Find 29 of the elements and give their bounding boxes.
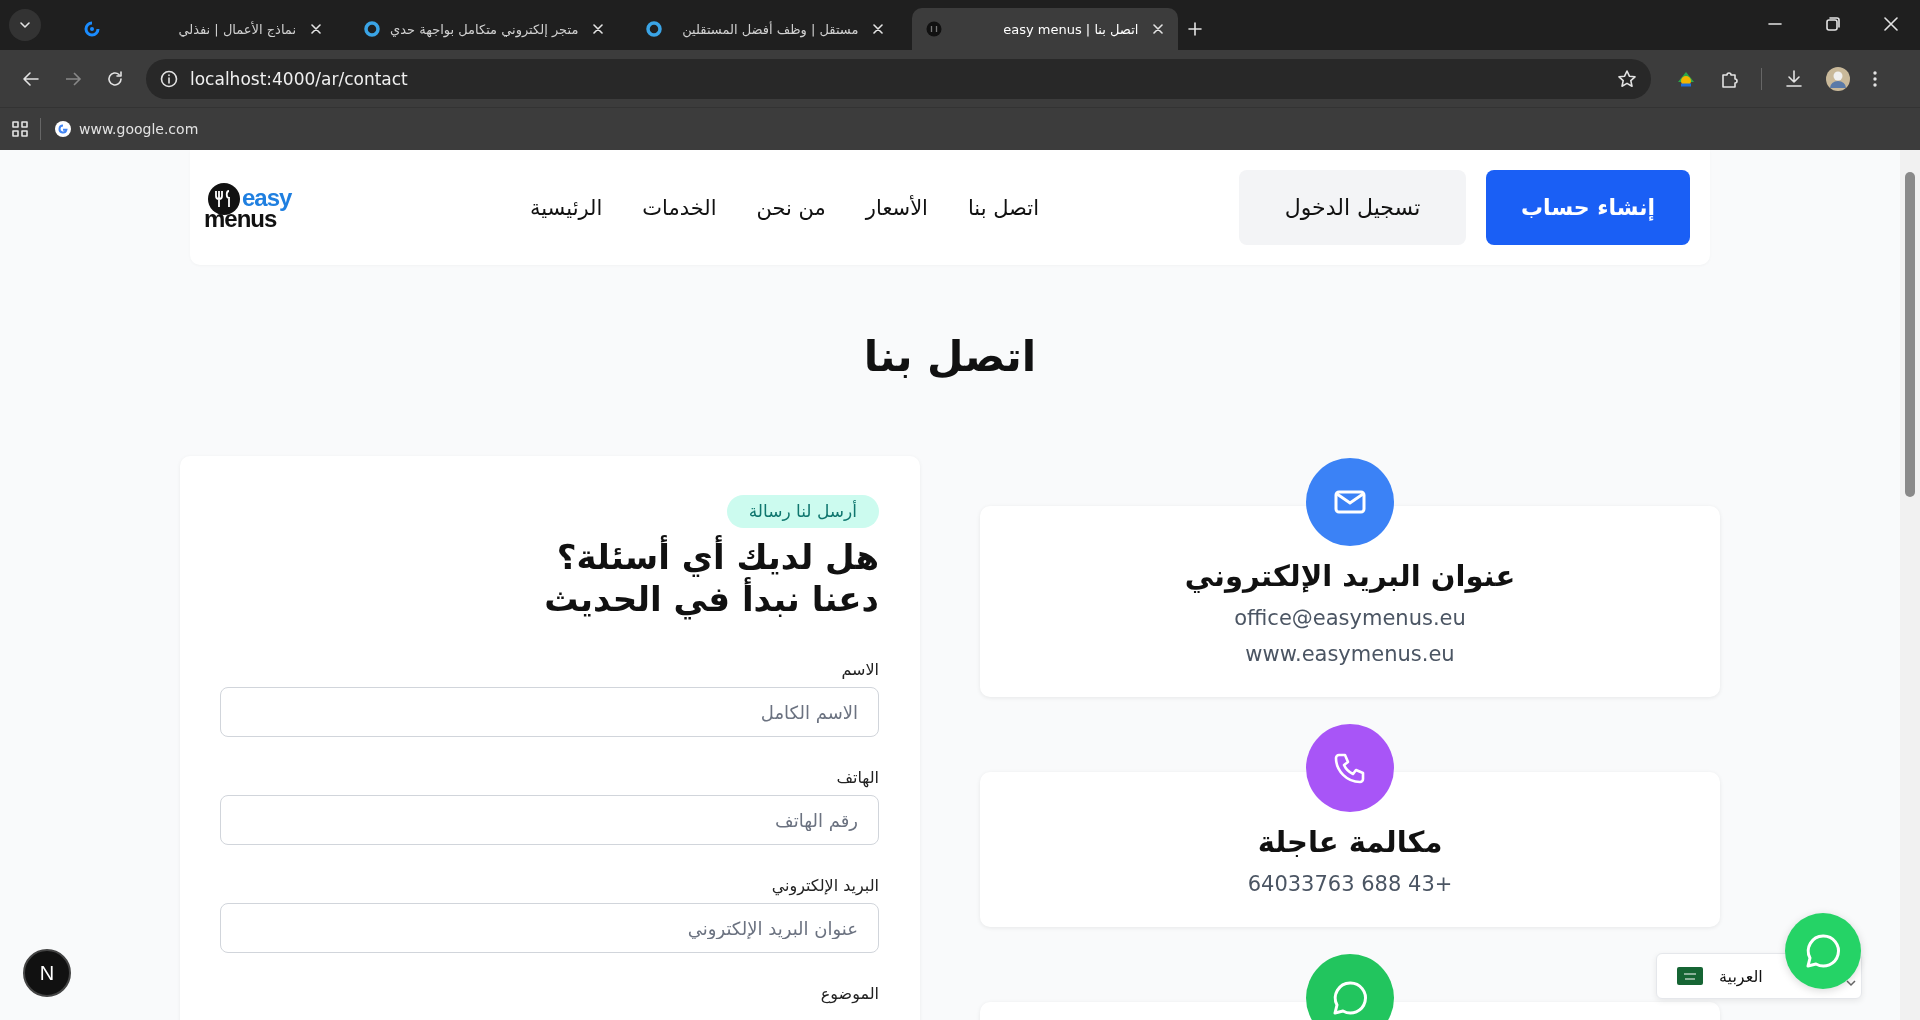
field-label: البريد الإلكتروني xyxy=(770,875,879,898)
card-title: عنوان البريد الإلكتروني xyxy=(1184,558,1516,595)
field-label: الهاتف xyxy=(835,767,879,790)
bookmark[interactable]: www.google.com xyxy=(55,121,199,137)
browser-tab[interactable]: اتصل بنا | easy menus xyxy=(912,8,1179,50)
input-field[interactable]: الاسم الكامل xyxy=(220,687,879,737)
contact-detail: +43 688 64033763 xyxy=(1247,871,1453,898)
nav-link[interactable]: الرئيسية xyxy=(530,195,603,220)
browser-tab[interactable]: مستقل | وظف أفضل المستقلين xyxy=(632,8,899,50)
contact-detail: office@easymenus.eu xyxy=(1234,605,1466,632)
nav-link[interactable]: من نحن xyxy=(756,195,826,220)
login-button[interactable]: تسجيل الدخول xyxy=(1239,170,1466,245)
browser-tab[interactable]: متجر إلكتروني متكامل بواجهة حدي xyxy=(350,8,619,50)
browser-tab[interactable]: نماذج الأعمال | نفذلي xyxy=(70,8,336,50)
card-title: مكالمة عاجلة xyxy=(1257,824,1443,861)
input-field[interactable]: رقم الهاتف xyxy=(220,795,879,845)
address-bar[interactable]: localhost:4000/ar/contact xyxy=(146,58,1651,99)
field-label: الاسم xyxy=(840,659,879,681)
page-title: اتصل بنا xyxy=(862,331,1038,383)
nav-link[interactable]: الأسعار xyxy=(865,195,928,220)
signup-button[interactable]: إنشاء حساب xyxy=(1486,170,1690,245)
field-label: الموضوع xyxy=(819,983,879,1006)
input-field[interactable]: عنوان البريد الإلكتروني xyxy=(220,903,879,953)
nav-link[interactable]: اتصل بنا xyxy=(967,195,1039,220)
form-heading: دعنا نبدأ في الحديث xyxy=(543,578,879,620)
message-badge: أرسل لنا رسالة xyxy=(726,495,879,528)
form-heading: هل لديك أي أسئلة؟ xyxy=(555,536,879,577)
contact-detail: www.easymenus.eu xyxy=(1245,641,1455,668)
nav-link[interactable]: الخدمات xyxy=(642,195,717,220)
